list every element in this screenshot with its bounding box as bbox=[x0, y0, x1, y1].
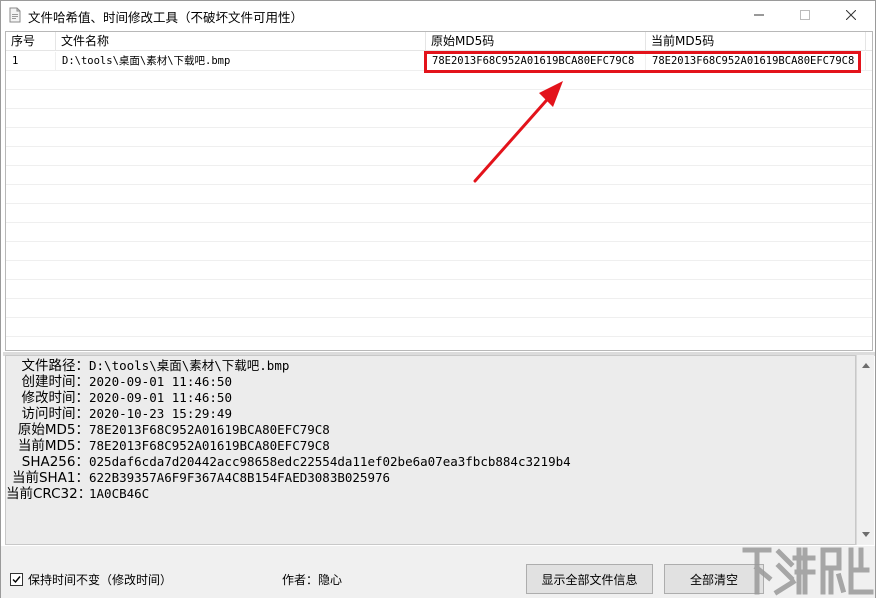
checkmark-icon bbox=[12, 576, 21, 584]
file-list[interactable]: 序号 文件名称 原始MD5码 当前MD5码 1 D:\tools\桌面\素材\下… bbox=[5, 31, 873, 351]
show-all-info-button[interactable]: 显示全部文件信息 bbox=[526, 564, 653, 594]
list-header: 序号 文件名称 原始MD5码 当前MD5码 bbox=[6, 32, 872, 51]
info-label: 当前CRC32： bbox=[6, 486, 92, 502]
empty-row bbox=[6, 147, 872, 166]
cell-no: 1 bbox=[6, 52, 56, 71]
info-label: 当前MD5： bbox=[17, 438, 89, 454]
empty-row bbox=[6, 166, 872, 185]
column-header-cur-md5[interactable]: 当前MD5码 bbox=[646, 32, 866, 51]
info-label: SHA256： bbox=[21, 454, 89, 470]
close-button[interactable] bbox=[828, 1, 874, 29]
maximize-button[interactable] bbox=[782, 1, 828, 29]
info-value: 78E2013F68C952A01619BCA80EFC79C8 bbox=[89, 438, 330, 453]
info-label: 访问时间： bbox=[21, 406, 90, 422]
keep-time-option[interactable]: 保持时间不变（修改时间） bbox=[10, 571, 172, 588]
empty-row bbox=[6, 299, 872, 318]
info-line-created: 创建时间：2020-09-01 11:46:50 bbox=[6, 374, 571, 390]
author-label: 作者：隐心 bbox=[282, 573, 343, 587]
empty-row bbox=[6, 109, 872, 128]
empty-row bbox=[6, 280, 872, 299]
info-scrollbar[interactable] bbox=[856, 355, 874, 545]
info-label: 当前SHA1： bbox=[11, 470, 89, 486]
info-value: 1A0CB46C bbox=[89, 486, 150, 501]
arrow-down-icon bbox=[861, 532, 870, 537]
column-header-orig-md5[interactable]: 原始MD5码 bbox=[426, 32, 646, 51]
arrow-up-icon bbox=[861, 363, 870, 368]
info-value: D:\tools\桌面\素材\下载吧.bmp bbox=[89, 358, 290, 373]
info-line-cur-md5: 当前MD5：78E2013F68C952A01619BCA80EFC79C8 bbox=[6, 438, 571, 454]
info-line-sha1: 当前SHA1：622B39357A6F9F367A4C8B154FAED3083… bbox=[6, 470, 571, 486]
empty-row bbox=[6, 71, 872, 90]
app-icon bbox=[9, 7, 21, 23]
clear-all-button[interactable]: 全部清空 bbox=[664, 564, 764, 594]
info-label: 原始MD5： bbox=[17, 422, 89, 438]
cell-orig-md5: 78E2013F68C952A01619BCA80EFC79C8 bbox=[426, 52, 646, 71]
info-line-accessed: 访问时间：2020-10-23 15:29:49 bbox=[6, 406, 571, 422]
info-value: 2020-10-23 15:29:49 bbox=[89, 406, 232, 421]
keep-time-checkbox[interactable] bbox=[10, 573, 23, 586]
title-bar: 文件哈希值、时间修改工具（不破坏文件可用性） bbox=[1, 1, 875, 29]
empty-row bbox=[6, 318, 872, 337]
info-line-sha256: SHA256：025daf6cda7d20442acc98658edc22554… bbox=[6, 454, 571, 470]
minimize-icon bbox=[754, 14, 764, 16]
bottom-toolbar: 保持时间不变（修改时间） 作者：隐心 显示全部文件信息 全部清空 bbox=[1, 546, 875, 598]
minimize-button[interactable] bbox=[736, 1, 782, 29]
empty-row bbox=[6, 223, 872, 242]
empty-row bbox=[6, 242, 872, 261]
table-row[interactable]: 1 D:\tools\桌面\素材\下载吧.bmp 78E2013F68C952A… bbox=[6, 52, 872, 71]
file-info-text: 文件路径：D:\tools\桌面\素材\下载吧.bmp 创建时间：2020-09… bbox=[6, 358, 571, 502]
info-value: 78E2013F68C952A01619BCA80EFC79C8 bbox=[89, 422, 330, 437]
file-info-panel[interactable]: 文件路径：D:\tools\桌面\素材\下载吧.bmp 创建时间：2020-09… bbox=[5, 355, 856, 545]
window-title: 文件哈希值、时间修改工具（不破坏文件可用性） bbox=[28, 10, 304, 25]
list-rows: 1 D:\tools\桌面\素材\下载吧.bmp 78E2013F68C952A… bbox=[6, 52, 872, 337]
info-line-orig-md5: 原始MD5：78E2013F68C952A01619BCA80EFC79C8 bbox=[6, 422, 571, 438]
info-label: 修改时间： bbox=[21, 390, 90, 406]
info-line-modified: 修改时间：2020-09-01 11:46:50 bbox=[6, 390, 571, 406]
info-line-path: 文件路径：D:\tools\桌面\素材\下载吧.bmp bbox=[6, 358, 571, 374]
cell-cur-md5: 78E2013F68C952A01619BCA80EFC79C8 bbox=[646, 52, 866, 71]
scroll-down-button[interactable] bbox=[857, 526, 874, 543]
empty-row bbox=[6, 90, 872, 109]
maximize-icon bbox=[800, 10, 810, 20]
empty-row bbox=[6, 185, 872, 204]
info-label: 创建时间： bbox=[21, 374, 90, 390]
info-line-crc32: 当前CRC32：1A0CB46C bbox=[6, 486, 571, 502]
scroll-up-button[interactable] bbox=[857, 357, 874, 374]
column-header-no[interactable]: 序号 bbox=[6, 32, 56, 51]
keep-time-label: 保持时间不变（修改时间） bbox=[28, 573, 173, 587]
empty-row bbox=[6, 128, 872, 147]
info-value: 025daf6cda7d20442acc98658edc22554da11ef0… bbox=[89, 454, 571, 469]
info-value: 2020-09-01 11:46:50 bbox=[89, 374, 232, 389]
empty-row bbox=[6, 261, 872, 280]
info-value: 2020-09-01 11:46:50 bbox=[89, 390, 232, 405]
empty-row bbox=[6, 204, 872, 223]
app-window: 文件哈希值、时间修改工具（不破坏文件可用性） 序号 文件名称 原始MD5码 当前… bbox=[0, 0, 876, 598]
cell-file-name: D:\tools\桌面\素材\下载吧.bmp bbox=[56, 52, 426, 71]
info-label: 文件路径： bbox=[21, 358, 90, 374]
info-value: 622B39357A6F9F367A4C8B154FAED3083B025976 bbox=[89, 470, 391, 485]
column-header-name[interactable]: 文件名称 bbox=[56, 32, 426, 51]
close-icon bbox=[846, 10, 856, 20]
